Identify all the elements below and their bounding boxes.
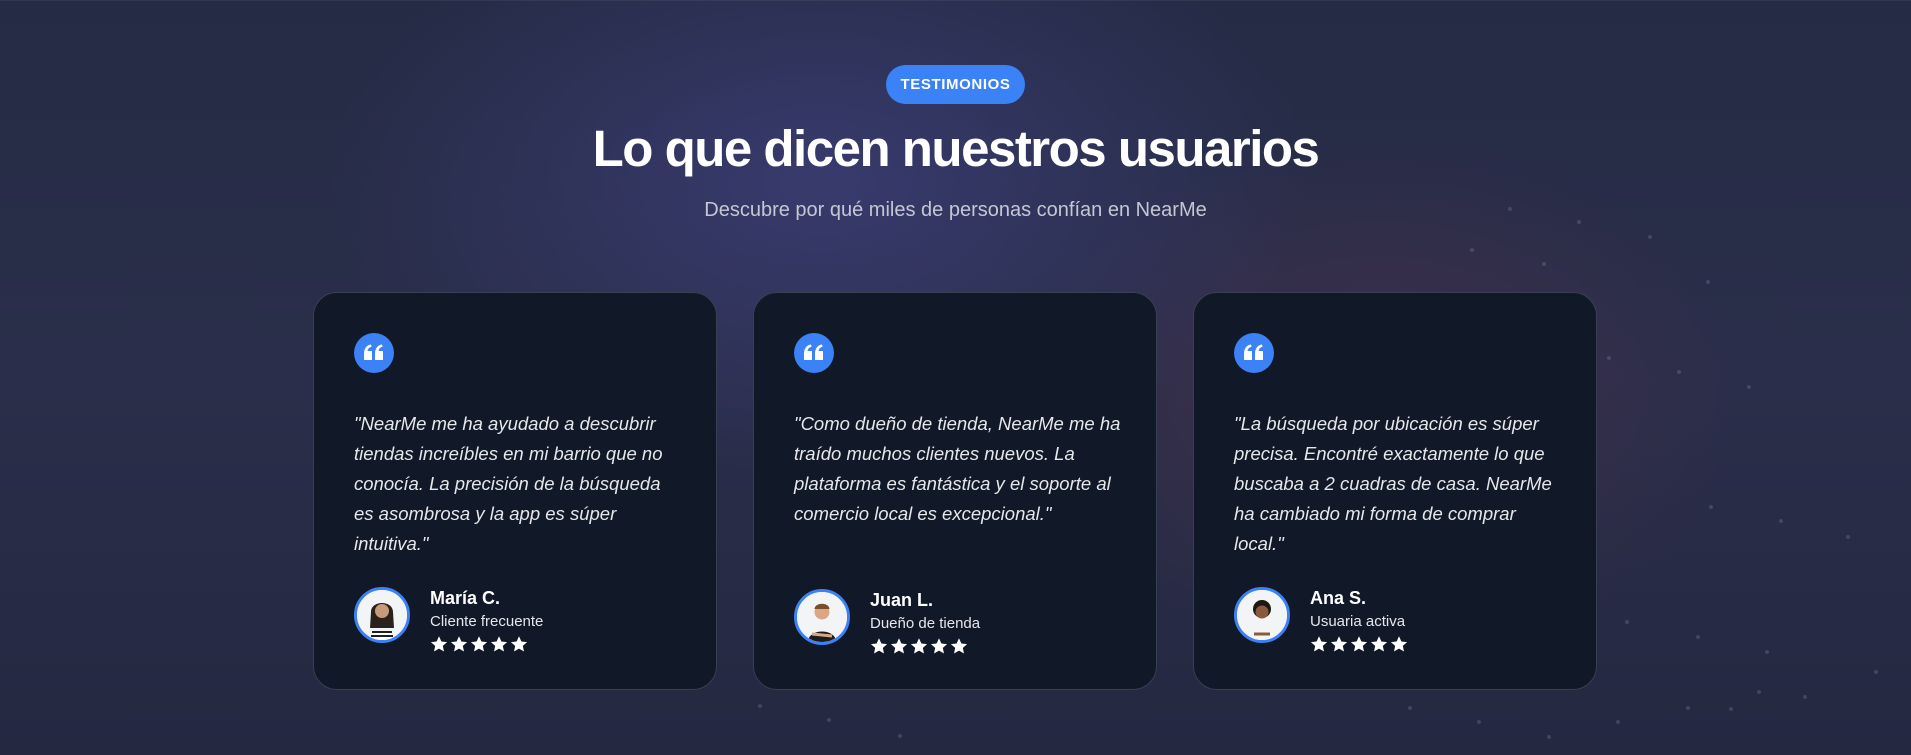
background-dot [1677, 370, 1681, 374]
background-dot [1709, 505, 1713, 509]
rating-stars [1310, 635, 1410, 655]
background-dot [1686, 706, 1690, 710]
background-dot [898, 734, 902, 738]
testimonial-card: "Como dueño de tienda, NearMe me ha traí… [753, 292, 1157, 690]
background-dot [1470, 248, 1474, 252]
testimonial-card: "La búsqueda por ubicación es súper prec… [1193, 292, 1597, 690]
background-dot [1625, 620, 1629, 624]
background-dot [1616, 720, 1620, 724]
testimonial-author: Juan L. Dueño de tienda [794, 589, 1134, 654]
background-dot [1547, 735, 1551, 739]
testimonial-quote: "Como dueño de tienda, NearMe me ha traí… [794, 413, 1121, 524]
star-icon [430, 636, 448, 652]
background-dot [1706, 280, 1710, 284]
star-icon [1310, 636, 1328, 652]
testimonial-quote: "La búsqueda por ubicación es súper prec… [1234, 413, 1552, 554]
woman-avatar [1234, 587, 1290, 643]
testimonial-card: "NearMe me ha ayudado a descubrir tienda… [313, 292, 717, 690]
author-name: María C. [430, 588, 501, 608]
star-icon [450, 636, 468, 652]
star-icon [1370, 636, 1388, 652]
section-badge: TESTIMONIOS [886, 65, 1025, 104]
background-dot [758, 704, 762, 708]
author-role: Usuaria activa [1310, 613, 1406, 630]
background-dot [1607, 356, 1611, 360]
background-dot [1696, 635, 1700, 639]
star-icon [950, 638, 968, 654]
star-icon [490, 636, 508, 652]
section-title: Lo que dicen nuestros usuarios [592, 120, 1320, 177]
testimonial-author: Ana S. Usuaria activa [1234, 587, 1574, 652]
man-avatar [794, 589, 850, 645]
star-icon [470, 636, 488, 652]
background-dot [1765, 650, 1769, 654]
quote-icon [1234, 333, 1274, 373]
background-dot [1729, 707, 1733, 711]
rating-stars [430, 635, 530, 655]
star-icon [890, 638, 908, 654]
star-icon [1390, 636, 1408, 652]
star-icon [910, 638, 928, 654]
star-icon [870, 638, 888, 654]
background-dot [1846, 535, 1850, 539]
background-dot [1408, 706, 1412, 710]
author-role: Cliente frecuente [430, 613, 544, 630]
background-dot [1803, 695, 1807, 699]
quote-icon [794, 333, 834, 373]
background-dot [1779, 519, 1783, 523]
testimonial-author: María C. Cliente frecuente [354, 587, 694, 652]
section-subtitle: Descubre por qué miles de personas confí… [704, 199, 1207, 221]
quote-icon [354, 333, 394, 373]
background-dot [1747, 385, 1751, 389]
star-icon [510, 636, 528, 652]
author-name: Juan L. [870, 590, 934, 610]
background-dot [1757, 690, 1761, 694]
author-name: Ana S. [1310, 588, 1367, 608]
star-icon [930, 638, 948, 654]
woman-avatar [354, 587, 410, 643]
author-role: Dueño de tienda [870, 615, 981, 632]
background-dot [1542, 262, 1546, 266]
background-dot [1477, 720, 1481, 724]
rating-stars [870, 637, 970, 657]
background-dot [1648, 235, 1652, 239]
background-dot [827, 718, 831, 722]
star-icon [1350, 636, 1368, 652]
background-dot [1874, 670, 1878, 674]
star-icon [1330, 636, 1348, 652]
top-divider [0, 0, 1911, 1]
testimonial-quote: "NearMe me ha ayudado a descubrir tienda… [354, 413, 663, 554]
